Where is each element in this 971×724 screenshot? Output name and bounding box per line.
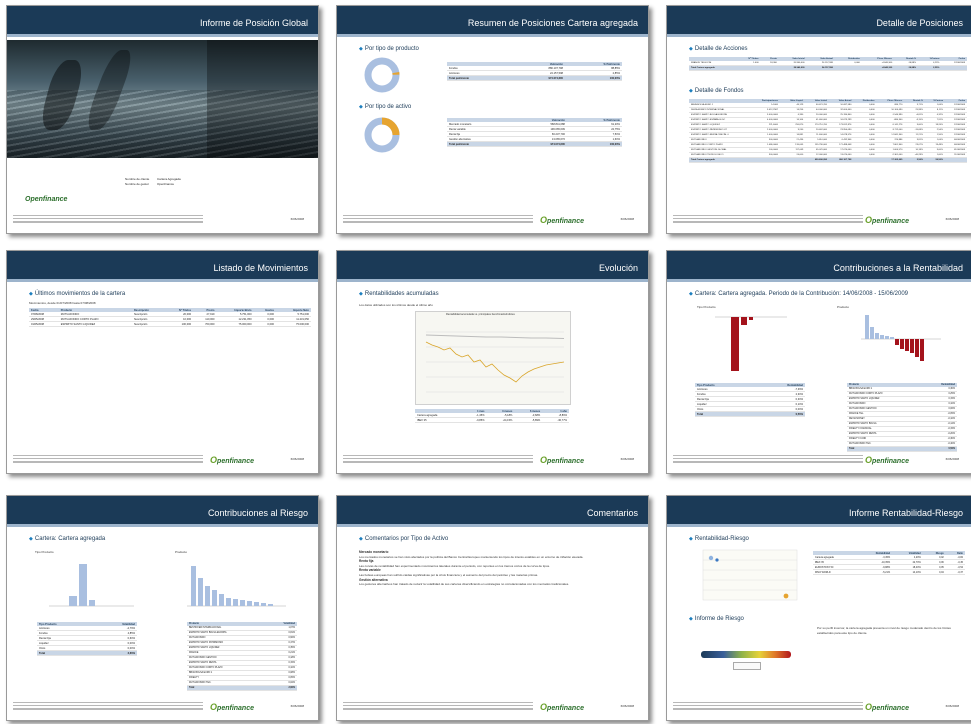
bar-acciones	[69, 596, 77, 606]
risk-gauge	[701, 651, 791, 658]
risk-chart-type	[49, 564, 134, 607]
page-header: Contribuciones al Riesgo	[7, 496, 318, 527]
bar-acciones	[731, 317, 739, 371]
page-thumbnail-5[interactable]: Evolución Rentabilidades acumuladas Los …	[336, 250, 649, 474]
cover-photo	[7, 40, 318, 158]
performance-chart: Rentabilidad acumulada vs. principales b…	[415, 311, 571, 405]
section-subtitle: Movimientos, desde 01/07/2008 hasta 07/0…	[29, 301, 96, 305]
page-header: Informe de Posición Global	[7, 6, 318, 37]
positions-by-product-table: Valoración% Patrimonio Fondos 880.107,798…	[447, 62, 622, 81]
page-footer: 6/06/2008	[13, 213, 312, 229]
donut-chart-product	[364, 57, 400, 93]
section-title: Últimos movimientos de la cartera	[29, 291, 125, 297]
section-title: Comentarios por Tipo de Activo	[359, 536, 448, 542]
footer-logo: Openfinance	[540, 455, 584, 465]
comment-block: Gestión alternativa Los gestores alternat…	[359, 577, 570, 587]
chart-label-right: Producto	[837, 305, 850, 309]
contrib-by-type-table: Tipo Producto Rentabilidad Acciones -7,39%…	[695, 383, 805, 417]
page-thumbnail-6[interactable]: Contribuciones a la Rentabilidad Cartera…	[666, 250, 971, 474]
footer-logo: Openfinance	[540, 702, 584, 712]
section-title: Detalle de Fondos	[689, 88, 744, 94]
risk-by-type-table: Tipo Producto Volatilidad Acciones -2,79% …	[37, 622, 137, 656]
movements-table: Fecha Producto Descripción Nº Títulos Precio…	[29, 308, 311, 327]
positions-by-asset-table: Valoración% Patrimonio Mercado monetario…	[447, 118, 622, 147]
page-footer: Openfinance 6/06/2008	[673, 700, 967, 716]
risk-return-scatter	[702, 549, 798, 601]
footer-logo: Openfinance	[210, 702, 254, 712]
page-thumbnail-7[interactable]: Contribuciones al Riesgo Cartera: Carter…	[6, 495, 319, 721]
section-title: Por tipo de activo	[359, 104, 411, 110]
scatter-point-ibex	[783, 593, 789, 599]
bar-fondos	[741, 317, 747, 325]
chart-label-left: Tipo Producto	[35, 550, 54, 554]
bar-fondos	[79, 564, 87, 606]
page-thumbnail-9[interactable]: Informe Rentabilidad-Riesgo Rentabilidad…	[666, 495, 971, 721]
scatter-point-cartera	[708, 555, 714, 561]
risk-by-product-table: Producto Volatilidad BESTINVER INTERNACIO…	[187, 622, 297, 691]
page-thumbnail-1[interactable]: Informe de Posición Global Nombre de cli…	[6, 5, 319, 234]
client-meta-row: Nombre de gestor Openfinance	[125, 181, 175, 186]
page-header: Listado de Movimientos	[7, 251, 318, 282]
footer-logo: Openfinance	[865, 455, 909, 465]
performance-lines	[425, 331, 565, 393]
chart-label-right: Producto	[175, 550, 188, 554]
scatter-point-2	[715, 558, 719, 562]
cumulative-returns-table: 1 mes 3 meses 6 meses 1 año Cartera agregad…	[415, 409, 569, 423]
section-subtitle: Los datos utilizados son los últimos des…	[359, 303, 433, 307]
bar-renta-fija	[89, 600, 95, 606]
section-title: Rentabilidad-Riesgo	[689, 536, 749, 542]
section-title: Informe de Riesgo	[689, 616, 744, 622]
cover-logo: Openfinance	[25, 196, 68, 203]
page-footer: Openfinance 6/06/2008	[13, 453, 312, 469]
section-title: Rentabilidades acumuladas	[359, 291, 439, 297]
page-footer: Openfinance 6/06/2008	[343, 700, 642, 716]
page-footer: Openfinance 6/06/2008	[343, 213, 642, 229]
section-title: Cartera: Cartera agregada	[29, 536, 105, 542]
page-header: Detalle de Posiciones	[667, 6, 971, 37]
section-title: Detalle de Acciones	[689, 46, 748, 52]
bar-renta-fija	[749, 317, 753, 320]
page-thumbnail-8[interactable]: Comentarios Comentarios por Tipo de Acti…	[336, 495, 649, 721]
page-header: Evolución	[337, 251, 648, 282]
footer-logo: Openfinance	[210, 455, 254, 465]
footer-logo: Openfinance	[540, 215, 584, 225]
footer-logo: Openfinance	[865, 702, 909, 712]
client-meta: Nombre de cliente Cartera Agregada Nombre…	[125, 177, 181, 186]
chart-label-left: Tipo Producto	[697, 305, 716, 309]
contribution-chart-product	[861, 315, 941, 361]
section-title: Por tipo de producto	[359, 46, 419, 52]
footer-logo: Openfinance	[865, 215, 909, 225]
page-header: Resumen de Posiciones Cartera agregada	[337, 6, 648, 37]
donut-chart-asset	[364, 117, 400, 153]
contrib-by-product-table: Producto Rentabilidad BBVA BOLSA EURO 1 0,…	[847, 383, 957, 452]
equities-detail-table: Nº Títulos Precio Valor Inicial Valor Actua…	[689, 57, 967, 71]
risk-note: Por su perfil inversor, la cartera agreg…	[817, 626, 951, 635]
comment-block: Mercado monetario Los mercados monetarios…	[359, 550, 584, 559]
comment-block: Renta variable Las bolsas europeas han su…	[359, 568, 539, 577]
page-footer: Openfinance 6/06/2008	[673, 453, 967, 469]
section-title: Cartera: Cartera agregada. Periodo de la…	[689, 291, 908, 297]
risk-chart-product	[187, 566, 286, 607]
series-line-cartera	[425, 334, 565, 339]
risk-return-table: Rentabilidad Volatilidad Riesgo Ratio Carte…	[813, 551, 965, 575]
comments-body: Mercado monetario Los mercados monetarios…	[359, 550, 629, 587]
page-footer: Openfinance 6/06/2008	[673, 213, 967, 229]
risk-gauge-marker	[733, 662, 761, 670]
page-header: Comentarios	[337, 496, 648, 527]
page-footer: Openfinance 6/06/2008	[343, 453, 642, 469]
page-thumbnail-2[interactable]: Resumen de Posiciones Cartera agregada P…	[336, 5, 649, 234]
comment-block: Renta fija Las curvas de rentabilidad han…	[359, 559, 550, 568]
page-thumbnail-4[interactable]: Listado de Movimientos Últimos movimient…	[6, 250, 319, 474]
page-thumbnail-3[interactable]: Detalle de Posiciones Detalle de Accione…	[666, 5, 971, 234]
funds-detail-table: Participaciones Valor Liquid. Valor Inicia…	[689, 99, 967, 163]
page-header: Contribuciones a la Rentabilidad	[667, 251, 971, 282]
contribution-chart-type	[715, 316, 787, 371]
page-footer: Openfinance 6/06/2008	[13, 700, 312, 716]
page-header: Informe Rentabilidad-Riesgo	[667, 496, 971, 527]
